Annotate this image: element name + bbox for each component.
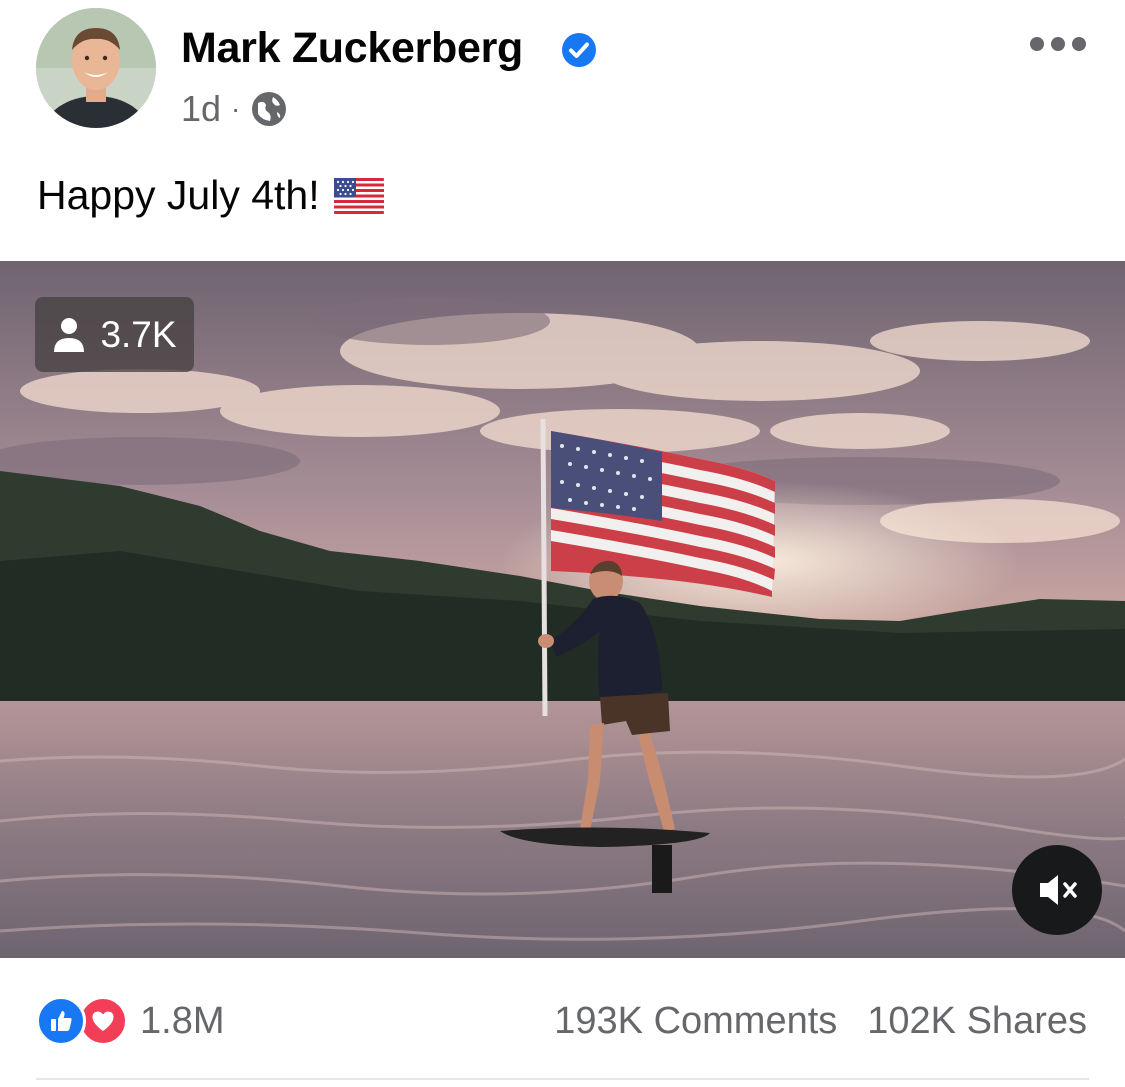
reactions-summary[interactable]: 1.8M — [36, 996, 224, 1046]
more-options-icon — [1030, 37, 1044, 51]
post-divider — [36, 1078, 1089, 1080]
like-icon — [36, 996, 86, 1046]
avatar-image — [36, 8, 156, 128]
post-body: Happy July 4th! — [37, 172, 384, 219]
us-flag-emoji-icon — [333, 177, 384, 214]
post-meta: 1d · — [181, 86, 288, 132]
speaker-muted-icon — [1040, 875, 1077, 905]
shares-count-link[interactable]: 102K Shares — [867, 1000, 1087, 1043]
verified-badge-icon — [562, 33, 596, 67]
post-timestamp[interactable]: 1d — [181, 88, 221, 130]
globe-icon[interactable] — [250, 90, 288, 128]
more-options-button[interactable] — [1030, 30, 1086, 58]
meta-separator: · — [231, 93, 241, 124]
reactions-count: 1.8M — [140, 999, 225, 1042]
viewer-count: 3.7K — [100, 313, 177, 355]
engagement-counts: 193K Comments 102K Shares — [554, 996, 1087, 1046]
person-icon — [54, 317, 85, 352]
post-text: Happy July 4th! — [37, 172, 320, 218]
author-avatar[interactable] — [36, 8, 156, 128]
comments-count-link[interactable]: 193K Comments — [554, 1000, 837, 1043]
live-viewer-badge: 3.7K — [35, 297, 194, 372]
mute-toggle-button[interactable] — [1012, 845, 1102, 935]
author-name[interactable]: Mark Zuckerberg — [181, 24, 523, 73]
